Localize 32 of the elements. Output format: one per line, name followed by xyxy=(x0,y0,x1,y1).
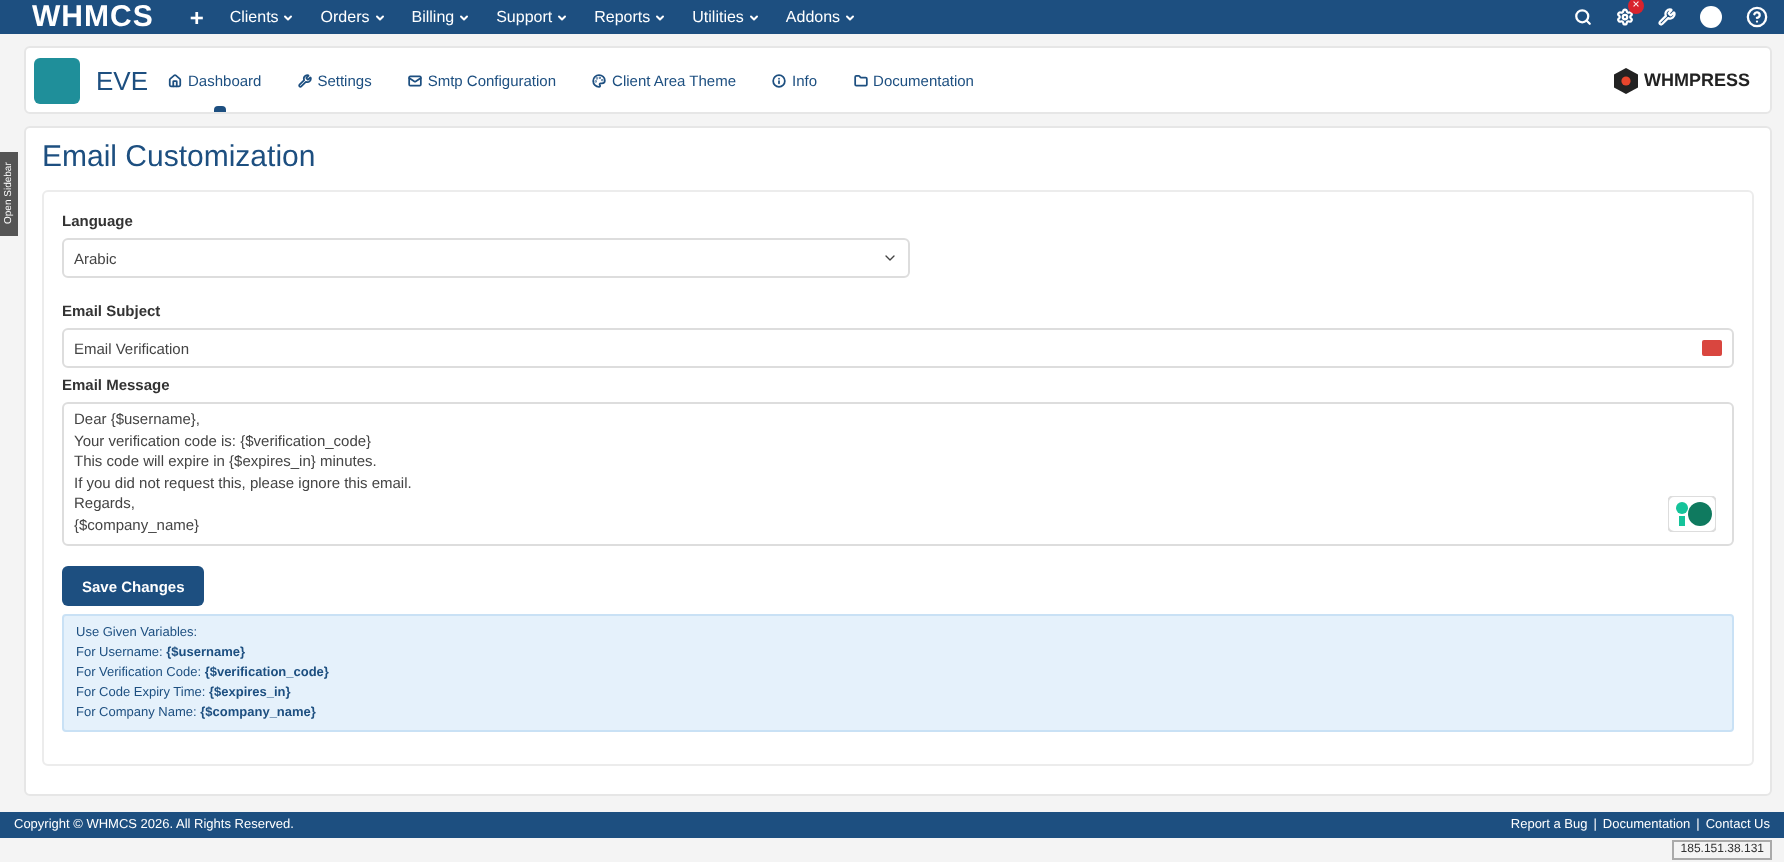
envelope-icon xyxy=(407,73,422,87)
palette-icon xyxy=(592,73,607,87)
caret-icon xyxy=(747,11,760,23)
chevron-down-icon xyxy=(882,250,898,266)
wrench-icon xyxy=(297,73,312,87)
caret-icon xyxy=(654,11,667,23)
info-icon xyxy=(772,73,787,87)
nav-menu-item[interactable]: Support xyxy=(496,8,569,26)
nav-menu-item[interactable]: Clients xyxy=(229,8,295,26)
caret-icon xyxy=(556,11,569,23)
whmpress-logo: WHMPRESS xyxy=(1613,67,1750,93)
nav-menu-item[interactable]: Addons xyxy=(785,8,857,26)
whmcs-logo[interactable]: WHMCS xyxy=(32,0,154,34)
caret-icon xyxy=(282,11,295,23)
module-name: EVE xyxy=(96,65,149,95)
house-icon xyxy=(168,73,183,87)
caret-icon xyxy=(373,11,386,23)
caret-icon xyxy=(458,11,471,23)
search-icon[interactable] xyxy=(1574,8,1592,26)
help-icon[interactable] xyxy=(1746,6,1768,28)
nav-menu-item[interactable]: Reports xyxy=(594,8,667,26)
page-title: Email Customization xyxy=(42,140,318,174)
nav-menu-item[interactable]: Utilities xyxy=(692,8,760,26)
module-logo-icon xyxy=(34,57,80,103)
gears-icon[interactable] xyxy=(1616,8,1634,26)
nav-menu-item[interactable]: Orders xyxy=(320,8,386,26)
nav-menu-item[interactable]: Billing xyxy=(411,8,471,26)
caret-icon xyxy=(844,11,857,23)
avatar-icon[interactable] xyxy=(1700,6,1722,28)
folder-icon xyxy=(853,73,868,87)
wrench-icon[interactable] xyxy=(1658,8,1676,26)
add-menu[interactable]: + xyxy=(189,3,204,31)
